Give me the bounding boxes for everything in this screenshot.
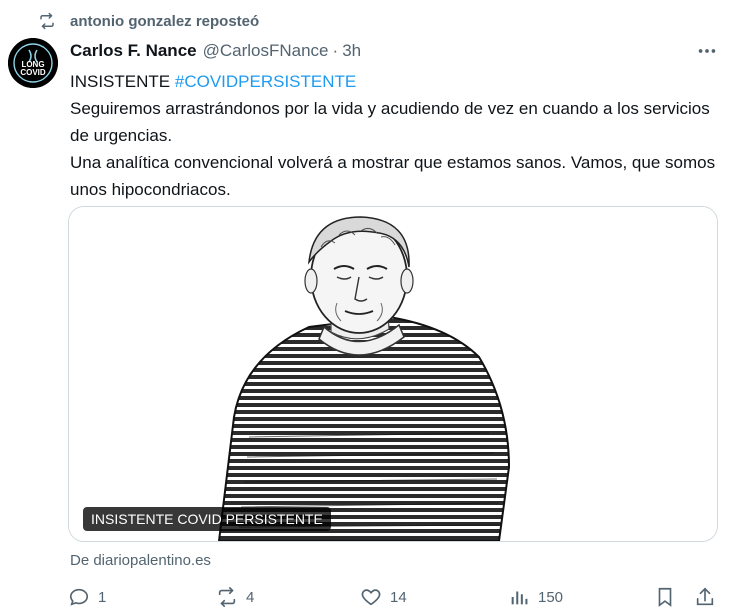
- tweet-title: INSISTENTE: [70, 72, 175, 91]
- long-covid-logo-icon: LONG COVID: [8, 38, 58, 88]
- repost-indicator[interactable]: antonio gonzalez reposteó: [38, 12, 259, 30]
- avatar[interactable]: LONG COVID: [8, 38, 58, 88]
- like-button[interactable]: 14: [360, 586, 407, 608]
- views-button[interactable]: 150: [508, 586, 563, 608]
- repost-count: 4: [246, 588, 255, 606]
- reply-count: 1: [98, 588, 107, 606]
- tweet-paragraph-3: Una analítica convencional volverá a mos…: [70, 153, 716, 199]
- tweet-timestamp[interactable]: 3h: [342, 41, 361, 61]
- repost-label: antonio gonzalez reposteó: [70, 12, 260, 30]
- separator-dot: ·: [332, 41, 339, 60]
- card-source-link[interactable]: De diariopalentino.es: [70, 552, 211, 569]
- author-name[interactable]: Carlos F. Nance: [70, 41, 197, 61]
- repost-button[interactable]: 4: [216, 586, 254, 608]
- repost-icon: [218, 587, 236, 607]
- author-handle[interactable]: @CarlosFNance: [203, 41, 329, 61]
- reply-icon: [69, 588, 89, 606]
- reply-button[interactable]: 1: [68, 586, 106, 608]
- repost-icon: [40, 12, 54, 30]
- like-count: 14: [390, 588, 407, 606]
- share-icon[interactable]: [694, 586, 716, 608]
- link-card[interactable]: INSISTENTE COVID PERSISTENTE: [68, 206, 718, 542]
- more-options-icon[interactable]: [696, 40, 718, 62]
- tweet-paragraph-2: Seguiremos arrastrándonos por la vida y …: [70, 99, 710, 145]
- heart-icon: [361, 589, 381, 606]
- tweet-header: Carlos F. Nance @CarlosFNance · 3h: [70, 41, 361, 61]
- bookmark-icon[interactable]: [654, 586, 676, 608]
- card-caption: INSISTENTE COVID PERSISTENTE: [83, 507, 331, 531]
- action-bar: 1 4 14 150: [68, 586, 718, 610]
- views-icon: [511, 591, 528, 605]
- card-illustration: [69, 207, 717, 541]
- tweet-line-1: INSISTENTE #COVIDPERSISTENTE: [70, 68, 720, 95]
- avatar-text-covid: COVID: [20, 68, 46, 77]
- views-count: 150: [538, 588, 564, 606]
- tweet-body: INSISTENTE #COVIDPERSISTENTE Seguiremos …: [70, 68, 720, 203]
- hashtag-link[interactable]: #COVIDPERSISTENTE: [175, 72, 356, 91]
